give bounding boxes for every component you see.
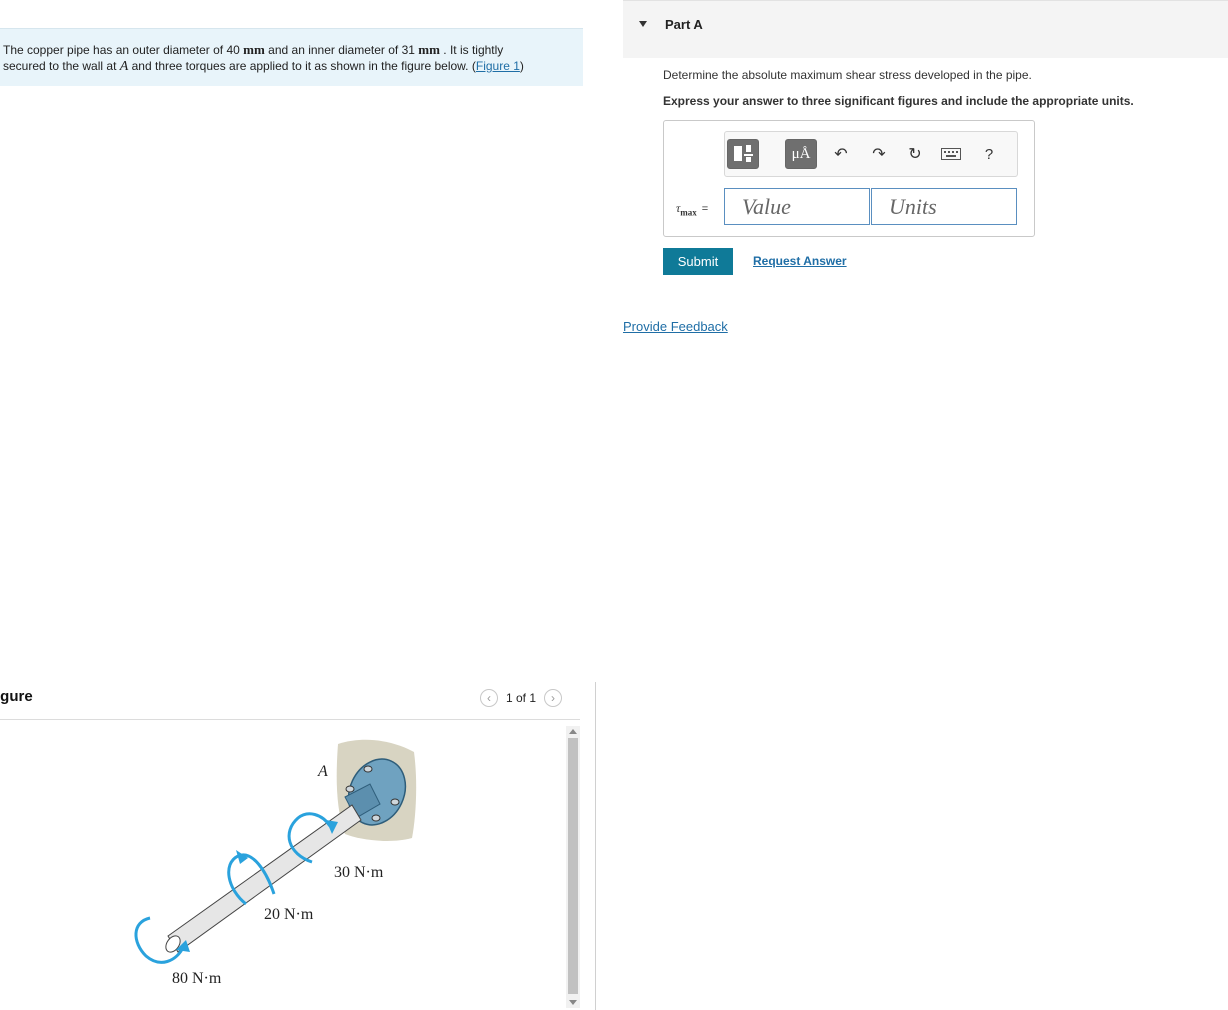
part-title: Part A xyxy=(665,17,703,32)
pager-label: 1 of 1 xyxy=(506,691,537,705)
key xyxy=(952,151,954,153)
torque-label: 30 N·m xyxy=(334,864,384,881)
key xyxy=(948,151,950,153)
help-icon[interactable]: ? xyxy=(979,144,999,164)
answer-box: μÅ ↶ ↷ ↻ ? τmax = Value Units xyxy=(663,120,1035,237)
template-block xyxy=(746,145,751,152)
scroll-down-icon[interactable] xyxy=(569,1000,577,1005)
part-header[interactable]: Part A xyxy=(623,0,1228,58)
provide-feedback-link[interactable]: Provide Feedback xyxy=(623,319,728,334)
figure-divider xyxy=(0,719,580,720)
math-toolbar: μÅ ↶ ↷ ↻ ? xyxy=(724,131,1018,177)
problem-text: and three torques are applied to it as s… xyxy=(128,59,476,73)
question-text: Determine the absolute maximum shear str… xyxy=(663,68,1032,82)
problem-statement: The copper pipe has an outer diameter of… xyxy=(0,28,583,86)
problem-text: The copper pipe has an outer diameter of… xyxy=(3,43,244,57)
problem-text: ) xyxy=(519,59,524,73)
request-answer-link[interactable]: Request Answer xyxy=(753,254,847,268)
label-a: A xyxy=(317,763,328,780)
flange-bolt xyxy=(371,814,381,822)
left-panel: The copper pipe has an outer diameter of… xyxy=(0,0,596,1010)
torque-label: 20 N·m xyxy=(264,906,314,923)
flange-bolt xyxy=(390,798,400,806)
figure-title: igure xyxy=(0,688,33,705)
equals-sign: = xyxy=(701,203,709,215)
redo-icon[interactable]: ↷ xyxy=(869,144,889,164)
problem-text: and an inner diameter of 31 xyxy=(264,43,419,57)
keyboard-outline xyxy=(941,148,961,160)
undo-icon[interactable]: ↶ xyxy=(831,144,851,164)
keyboard-icon[interactable] xyxy=(941,144,961,164)
torque-label: 80 N·m xyxy=(172,970,222,987)
templates-glyph xyxy=(734,145,753,162)
unit-mm: mm xyxy=(418,42,440,57)
chevron-left-icon[interactable]: ‹ xyxy=(480,689,498,707)
key xyxy=(956,151,958,153)
scroll-thumb[interactable] xyxy=(568,738,578,994)
submit-button[interactable]: Submit xyxy=(663,248,733,275)
unit-mm: mm xyxy=(243,42,265,57)
template-block xyxy=(746,157,751,162)
templates-icon[interactable] xyxy=(727,139,759,169)
variable-subscript: max xyxy=(680,207,697,218)
right-panel: Part A Determine the absolute maximum sh… xyxy=(597,0,1228,1010)
units-input[interactable]: Units xyxy=(871,188,1017,225)
figure-pager: ‹ 1 of 1 › xyxy=(480,689,563,707)
point-a: A xyxy=(119,59,129,74)
pipe-figure: A 30 N·m 20 N·m 80 N·m xyxy=(134,739,417,987)
scroll-up-icon[interactable] xyxy=(569,729,577,734)
key xyxy=(944,151,946,153)
template-block xyxy=(734,146,742,161)
instruction-text: Express your answer to three significant… xyxy=(663,94,1134,108)
flange-bolt xyxy=(363,765,373,773)
figure-link[interactable]: Figure 1 xyxy=(476,59,520,73)
collapse-triangle-icon[interactable] xyxy=(639,21,647,27)
key xyxy=(946,155,956,157)
flange-bolt xyxy=(345,785,355,793)
figure-scrollbar[interactable] xyxy=(566,726,580,1008)
chevron-right-icon[interactable]: › xyxy=(544,689,563,707)
units-icon[interactable]: μÅ xyxy=(785,139,817,169)
variable-label: τmax = xyxy=(676,201,708,217)
problem-text: secured to the wall at xyxy=(3,59,120,73)
panel-divider xyxy=(595,682,596,1010)
value-input[interactable]: Value xyxy=(724,188,870,225)
template-block xyxy=(744,154,753,156)
problem-text: . It is tightly xyxy=(439,43,504,57)
keyboard-glyph xyxy=(941,148,961,160)
reset-icon[interactable]: ↻ xyxy=(905,144,925,164)
